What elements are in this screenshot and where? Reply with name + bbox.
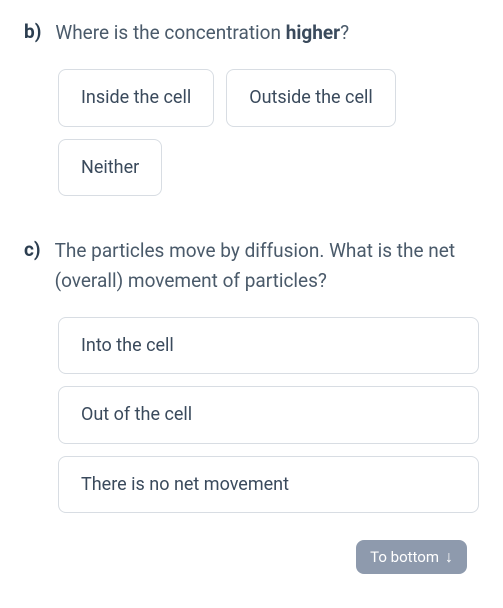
- question-c-label: c): [24, 236, 41, 265]
- question-c: c) The particles move by diffusion. What…: [24, 236, 479, 513]
- question-b-text-after: ?: [340, 21, 349, 44]
- to-bottom-button[interactable]: To bottom ↓: [356, 540, 467, 574]
- question-b-header: b) Where is the concentration higher?: [24, 18, 479, 47]
- question-c-text: The particles move by diffusion. What is…: [55, 236, 479, 295]
- question-b-options: Inside the cell Outside the cell Neither: [58, 69, 479, 196]
- option-out-of-cell[interactable]: Out of the cell: [58, 386, 479, 443]
- question-b: b) Where is the concentration higher? In…: [24, 18, 479, 196]
- to-bottom-label: To bottom: [370, 548, 439, 566]
- option-no-net-movement[interactable]: There is no net movement: [58, 456, 479, 513]
- question-b-text: Where is the concentration higher?: [55, 18, 479, 47]
- option-inside-cell[interactable]: Inside the cell: [58, 69, 214, 126]
- question-c-header: c) The particles move by diffusion. What…: [24, 236, 479, 295]
- question-c-options: Into the cell Out of the cell There is n…: [58, 317, 479, 513]
- question-b-text-bold: higher: [286, 21, 340, 44]
- option-neither[interactable]: Neither: [58, 139, 162, 196]
- arrow-down-icon: ↓: [445, 549, 453, 565]
- option-into-cell[interactable]: Into the cell: [58, 317, 479, 374]
- question-b-label: b): [24, 18, 41, 47]
- question-b-text-before: Where is the concentration: [55, 21, 285, 44]
- option-outside-cell[interactable]: Outside the cell: [226, 69, 396, 126]
